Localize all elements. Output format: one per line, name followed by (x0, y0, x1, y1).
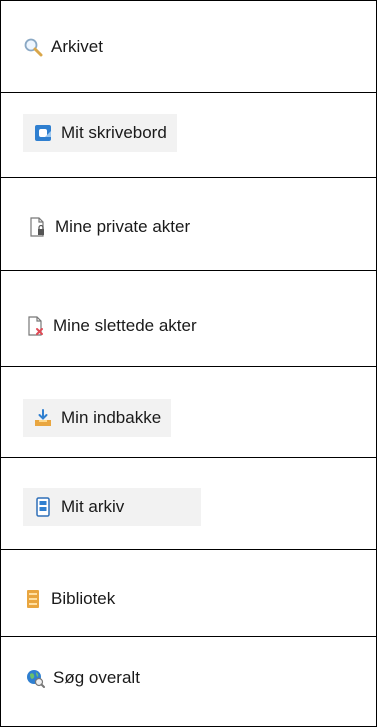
archive-icon (33, 497, 53, 517)
menu-row-bibliotek: Bibliotek (1, 550, 376, 637)
menu-item-label: Søg overalt (53, 668, 140, 687)
menu-row-arkivet: Arkivet (1, 1, 376, 93)
global-search-icon (25, 668, 45, 688)
menu-item-arkivet[interactable]: Arkivet (13, 28, 113, 66)
menu-item-label: Bibliotek (51, 589, 116, 608)
menu-row-skrivebord: Mit skrivebord (1, 93, 376, 178)
menu-item-arkiv[interactable]: Mit arkiv (23, 488, 201, 526)
navigation-panel: Arkivet Mit skrivebord Mine private akte… (0, 0, 377, 727)
library-icon (23, 589, 43, 609)
menu-item-label: Mit arkiv (61, 497, 125, 516)
menu-row-soeg-overalt: Søg overalt (1, 637, 376, 726)
menu-item-slettede-akter[interactable]: Mine slettede akter (15, 307, 207, 345)
menu-item-label: Min indbakke (61, 408, 162, 427)
menu-row-slettede-akter: Mine slettede akter (1, 271, 376, 367)
menu-item-indbakke[interactable]: Min indbakke (23, 399, 172, 437)
menu-row-indbakke: Min indbakke (1, 367, 376, 458)
menu-row-arkiv: Mit arkiv (1, 458, 376, 550)
deleted-document-icon (25, 316, 45, 336)
menu-item-label: Arkivet (51, 37, 103, 56)
menu-item-skrivebord[interactable]: Mit skrivebord (23, 114, 177, 152)
inbox-icon (33, 408, 53, 428)
menu-row-private-akter: Mine private akter (1, 178, 376, 271)
menu-item-label: Mit skrivebord (61, 123, 167, 142)
menu-item-soeg-overalt[interactable]: Søg overalt (15, 659, 150, 697)
menu-item-label: Mine slettede akter (53, 316, 197, 335)
search-icon (23, 37, 43, 57)
menu-item-bibliotek[interactable]: Bibliotek (13, 580, 125, 618)
desktop-icon (33, 123, 53, 143)
menu-item-private-akter[interactable]: Mine private akter (17, 208, 200, 246)
private-document-icon (27, 217, 47, 237)
menu-item-label: Mine private akter (55, 217, 191, 236)
